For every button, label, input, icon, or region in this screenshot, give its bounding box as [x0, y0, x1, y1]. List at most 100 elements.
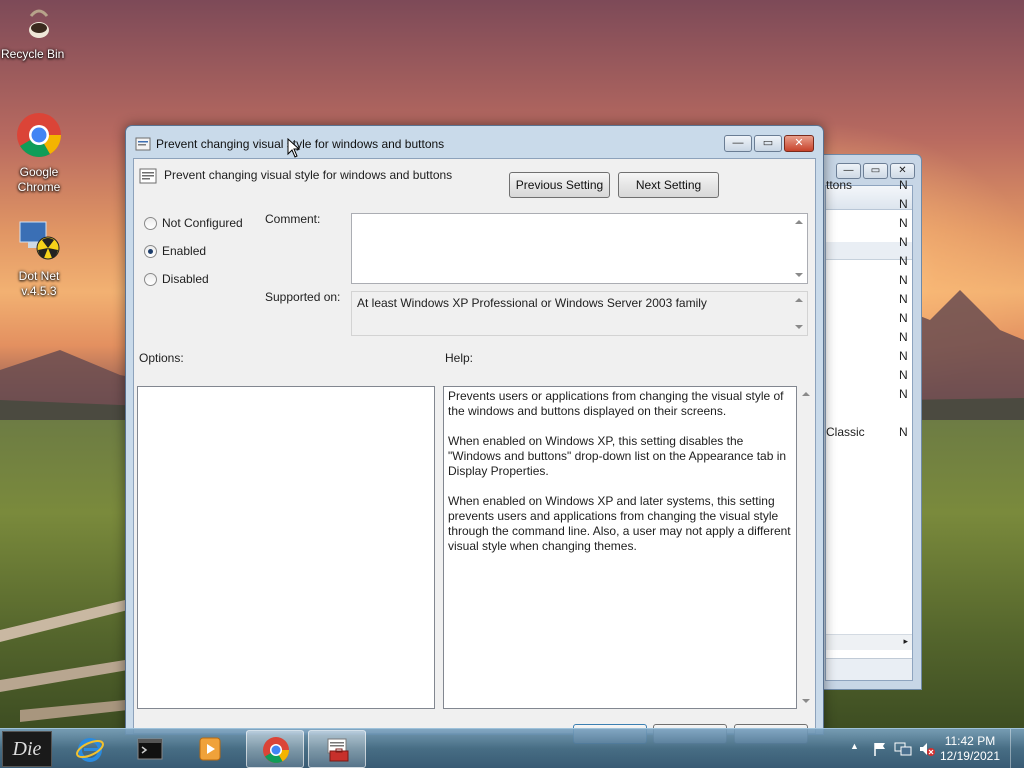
bg-list-row[interactable]: N [826, 254, 912, 273]
bg-row-state: N [899, 197, 908, 211]
start-button[interactable]: Die [2, 731, 52, 767]
dotnet-installer-icon [19, 221, 60, 260]
help-text: Prevents users or applications from chan… [448, 389, 791, 553]
supported-on-value: At least Windows XP Professional or Wind… [357, 296, 707, 310]
help-scrollbar[interactable] [798, 386, 814, 709]
bg-row-state: N [899, 311, 908, 325]
bg-list-row[interactable]: N [826, 311, 912, 330]
taskbar-media-player[interactable] [181, 730, 239, 768]
bg-row-state: N [899, 178, 908, 192]
show-desktop-button[interactable] [1010, 729, 1024, 768]
policy-name: Prevent changing visual style for window… [164, 168, 453, 182]
options-label: Options: [139, 351, 184, 365]
options-pane [137, 386, 435, 709]
supported-on-label: Supported on: [265, 290, 341, 304]
desktop-icon-label: Google Chrome [17, 165, 61, 194]
dialog-client-area: Prevent changing visual style for window… [133, 158, 816, 744]
radio-not-configured[interactable]: Not Configured [144, 216, 243, 230]
bg-list-row[interactable]: N [826, 235, 912, 254]
bg-list-row[interactable]: N [826, 349, 912, 368]
policy-setting-icon [139, 168, 157, 184]
radio-button-icon[interactable] [144, 216, 157, 230]
mouse-pointer-icon [287, 138, 301, 158]
desktop-icon-google-chrome[interactable]: Google Chrome [1, 112, 77, 194]
bg-row-name: ttons [826, 178, 853, 192]
chrome-icon [263, 737, 290, 763]
background-window[interactable]: — ▭ ✕ ttons N N N N N N N N N N N N Classic N ▸ [818, 154, 922, 690]
system-tray: ▲ 11:42 PM 12/19/2021 [834, 729, 1024, 768]
bg-status-bar [826, 658, 912, 680]
group-policy-editor-icon [327, 738, 349, 762]
radio-button-selected-icon[interactable] [144, 244, 157, 258]
taskbar-cmd[interactable] [121, 730, 179, 768]
close-button[interactable]: ✕ [784, 135, 814, 152]
taskbar: Die ▲ 11:42 PM 12/19/2021 [0, 728, 1024, 768]
background-window-content: ttons N N N N N N N N N N N N Classic N ▸ [825, 178, 913, 681]
scroll-right-arrow-icon[interactable]: ▸ [903, 636, 908, 647]
chrome-icon [17, 113, 61, 157]
bg-list-row[interactable]: N [826, 387, 912, 406]
bg-row-state: N [899, 368, 908, 382]
bg-minimize-button[interactable]: — [836, 163, 861, 179]
radio-label: Enabled [162, 244, 207, 258]
radio-label: Not Configured [162, 216, 243, 230]
comment-scrollbar[interactable] [791, 214, 807, 283]
previous-setting-button[interactable]: Previous Setting [509, 172, 610, 198]
bg-row-state: N [899, 273, 908, 287]
radio-button-icon[interactable] [144, 272, 157, 286]
bg-row-state: N [899, 216, 908, 230]
network-icon[interactable] [894, 741, 912, 757]
supported-on-field: At least Windows XP Professional or Wind… [351, 291, 808, 336]
help-pane: Prevents users or applications from chan… [443, 386, 797, 709]
scroll-down-arrow-icon[interactable] [795, 273, 803, 277]
bg-horizontal-scrollbar[interactable]: ▸ [826, 634, 912, 650]
radio-label: Disabled [162, 272, 209, 286]
volume-muted-icon[interactable] [918, 741, 936, 757]
scroll-down-arrow-icon[interactable] [802, 699, 810, 703]
bg-row-state: N [899, 292, 908, 306]
bg-row-name: Classic [826, 425, 865, 439]
action-center-flag-icon[interactable] [872, 741, 888, 757]
bg-close-button[interactable]: ✕ [890, 163, 915, 179]
taskbar-group-policy-editor[interactable] [308, 730, 366, 768]
clock-date: 12/19/2021 [939, 749, 1000, 763]
bg-row-state: N [899, 349, 908, 363]
bg-row-state: N [899, 425, 908, 439]
bg-row-state: N [899, 387, 908, 401]
bg-row-state: N [899, 235, 908, 249]
comment-textarea[interactable] [351, 213, 808, 284]
desktop-icon-recycle-bin[interactable]: Recycle Bin [1, 6, 77, 61]
bg-maximize-button[interactable]: ▭ [863, 163, 888, 179]
taskbar-clock[interactable]: 11:42 PM 12/19/2021 [940, 734, 1000, 764]
scroll-down-arrow-icon[interactable] [795, 325, 803, 329]
show-hidden-icons-icon[interactable]: ▲ [850, 741, 859, 751]
help-label: Help: [445, 351, 474, 365]
taskbar-internet-explorer[interactable] [61, 730, 119, 768]
scroll-up-arrow-icon[interactable] [795, 220, 803, 224]
radio-disabled[interactable]: Disabled [144, 272, 209, 286]
scroll-up-arrow-icon[interactable] [802, 392, 810, 396]
bg-list-row[interactable]: N [826, 292, 912, 311]
supported-on-scrollbar[interactable] [791, 292, 807, 335]
next-setting-button[interactable]: Next Setting [618, 172, 719, 198]
bg-list-row[interactable]: N [826, 330, 912, 349]
scroll-up-arrow-icon[interactable] [795, 298, 803, 302]
policy-title-icon [135, 137, 151, 151]
minimize-button[interactable]: — [724, 135, 752, 152]
bg-list-row[interactable]: N [826, 368, 912, 387]
comment-label: Comment: [265, 212, 321, 226]
media-player-icon [199, 737, 221, 761]
bg-list-row[interactable]: N [826, 273, 912, 292]
bg-list-row[interactable]: N [826, 197, 912, 216]
desktop-icon-dot-net[interactable]: Dot Net v.4.5.3 [1, 216, 77, 298]
clock-time: 11:42 PM [944, 734, 996, 748]
policy-setting-dialog: Prevent changing visual style for window… [125, 125, 824, 744]
dialog-caption-buttons: — ▭ ✕ [724, 135, 814, 152]
command-prompt-icon [137, 738, 163, 760]
bg-list-row[interactable]: ttons N [826, 178, 912, 197]
taskbar-google-chrome[interactable] [246, 730, 304, 768]
bg-list-row[interactable]: Classic N [826, 425, 912, 444]
radio-enabled[interactable]: Enabled [144, 244, 206, 258]
bg-list-row[interactable]: N [826, 216, 912, 235]
maximize-button[interactable]: ▭ [754, 135, 782, 152]
